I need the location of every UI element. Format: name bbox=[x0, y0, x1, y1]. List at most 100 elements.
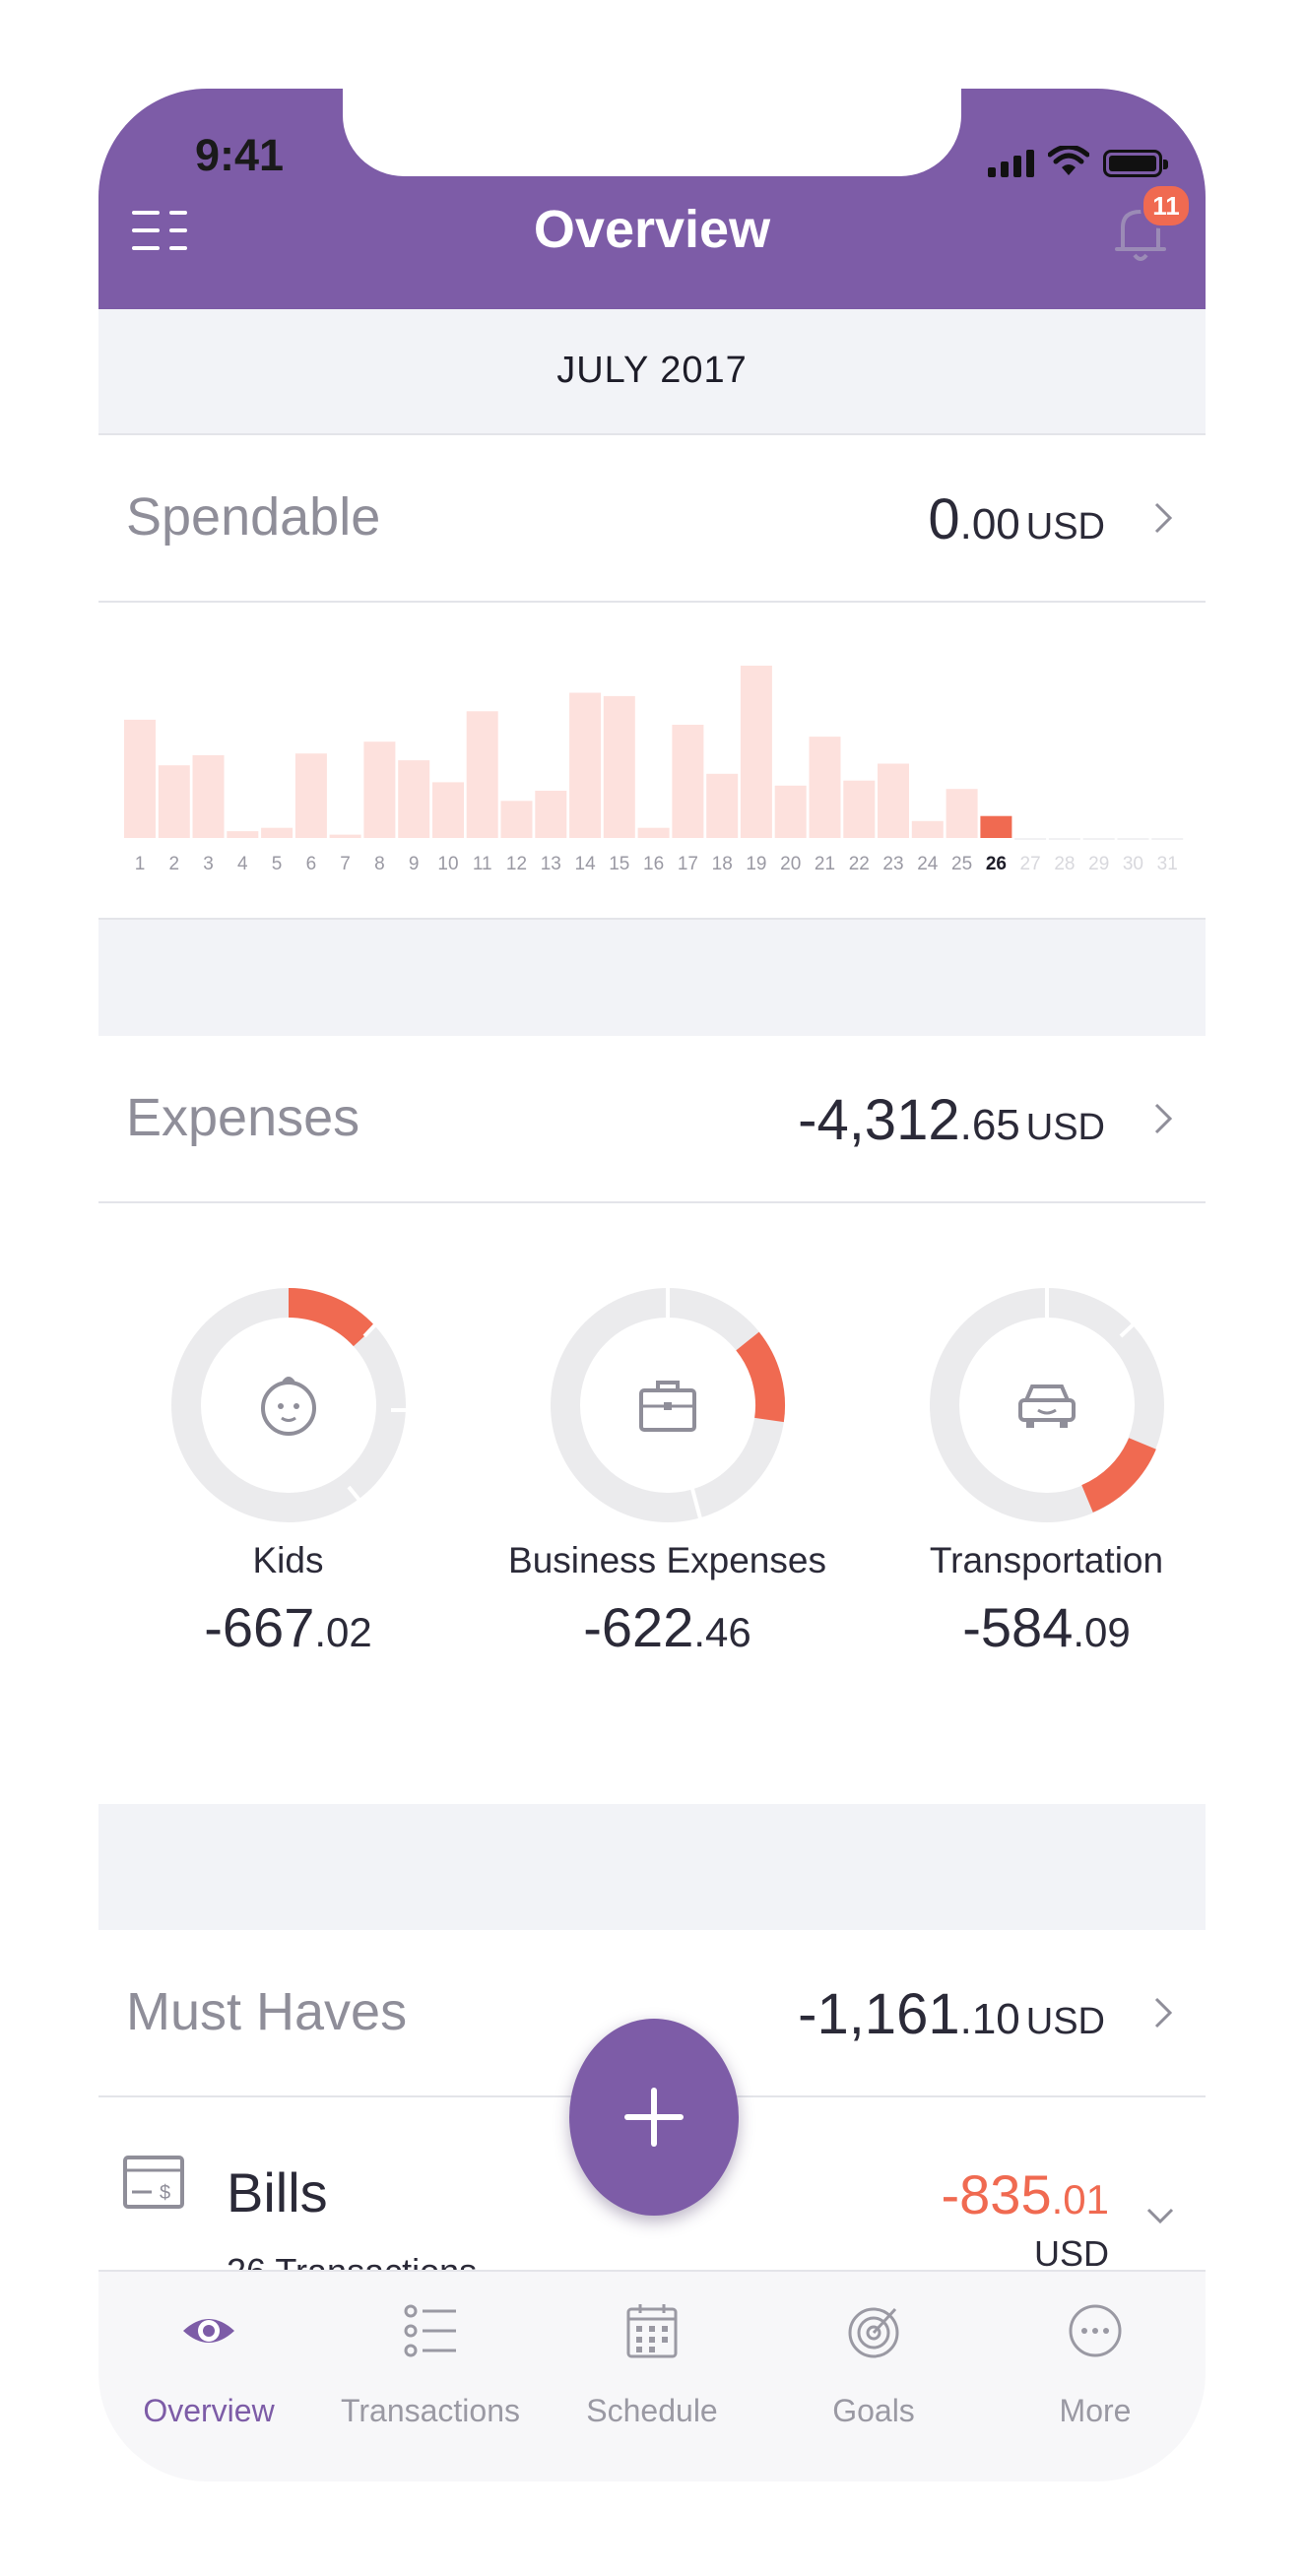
tab-label: More bbox=[1059, 2393, 1132, 2428]
chevron-down-icon[interactable] bbox=[1142, 2204, 1178, 2227]
notch bbox=[343, 89, 961, 176]
chart-tick-label: 10 bbox=[437, 854, 458, 874]
chart-bar bbox=[1151, 838, 1184, 840]
target-icon bbox=[848, 2307, 899, 2358]
app-screen: 9:41 Overview 11 JULY 2017 Spendable 0.0… bbox=[98, 89, 1206, 2481]
car-icon bbox=[1018, 1385, 1076, 1428]
chart-bar bbox=[1048, 838, 1080, 840]
category-name: Transportation bbox=[929, 1540, 1164, 1580]
status-icons bbox=[988, 138, 1168, 177]
chart-tick-label: 27 bbox=[1020, 854, 1041, 874]
category-name: Kids bbox=[252, 1540, 324, 1580]
chart-tick-label: 24 bbox=[917, 854, 939, 874]
chart-tick-label: 20 bbox=[780, 854, 801, 874]
must-haves-label: Must Haves bbox=[126, 1982, 408, 2041]
notification-badge: 11 bbox=[1141, 183, 1192, 228]
section-divider bbox=[98, 920, 1206, 1050]
spendable-label: Spendable bbox=[126, 487, 381, 547]
bills-transaction-count: 26 Transactions bbox=[227, 2251, 477, 2270]
chart-tick-label: 19 bbox=[746, 854, 766, 874]
chart-tick-label: 7 bbox=[340, 854, 351, 874]
must-haves-amount: -1,161.10 USD bbox=[798, 1982, 1105, 2046]
chart-tick-label: 11 bbox=[473, 854, 492, 874]
chart-tick-label: 13 bbox=[541, 854, 561, 874]
chart-tick-label: 21 bbox=[815, 854, 835, 874]
chart-bar bbox=[466, 711, 498, 838]
chart-bar bbox=[637, 827, 670, 838]
chart-tick-label: 4 bbox=[237, 854, 248, 874]
chart-bar bbox=[946, 789, 978, 838]
chart-bar bbox=[363, 741, 396, 838]
page-title: Overview bbox=[533, 200, 771, 259]
chart-bar bbox=[294, 753, 327, 838]
category-amount: -667.02 bbox=[204, 1596, 372, 1658]
category-amount: -622.46 bbox=[583, 1596, 751, 1658]
category-transportation[interactable]: Transportation -584.09 bbox=[857, 1203, 1206, 1794]
category-amount: -584.09 bbox=[962, 1596, 1131, 1658]
bills-currency: USD bbox=[1033, 2233, 1109, 2270]
spendable-amount: 0.00 USD bbox=[928, 487, 1105, 551]
chart-bar bbox=[843, 780, 876, 838]
daily-spend-chart: 1 2 3 4 5 6 7 8 9 10 11 12 13 14 15 16 17 18 19 20 21 22 23 24 2… bbox=[98, 605, 1206, 920]
expenses-label: Expenses bbox=[126, 1088, 360, 1147]
status-time: 9:41 bbox=[195, 130, 285, 180]
chart-bar bbox=[329, 834, 361, 838]
chart-bar bbox=[672, 725, 704, 838]
chart-tick-label: 17 bbox=[678, 854, 698, 874]
category-name: Business Expenses bbox=[508, 1540, 826, 1580]
calendar-icon bbox=[626, 2304, 678, 2358]
chevron-right-icon bbox=[1154, 1103, 1173, 1134]
chart-bar bbox=[774, 785, 807, 838]
eye-icon bbox=[183, 2319, 234, 2343]
chart-bar bbox=[569, 692, 602, 838]
tab-label: Goals bbox=[832, 2393, 915, 2428]
chart-bar bbox=[740, 666, 772, 838]
chart-bar bbox=[398, 760, 430, 838]
tab-bar: Overview Transactions Schedule Goals Mor… bbox=[98, 2270, 1206, 2481]
chart-bar bbox=[158, 765, 190, 838]
bills-amount: -835.01 bbox=[941, 2163, 1109, 2225]
tab-more[interactable]: More bbox=[985, 2272, 1206, 2469]
month-selector[interactable]: JULY 2017 bbox=[98, 309, 1206, 435]
bills-name: Bills bbox=[227, 2161, 328, 2223]
chart-tick-label: 15 bbox=[609, 854, 629, 874]
tab-schedule[interactable]: Schedule bbox=[542, 2272, 762, 2469]
tab-goals[interactable]: Goals bbox=[763, 2272, 984, 2469]
chart-tick-label: 18 bbox=[712, 854, 733, 874]
chart-tick-label: 29 bbox=[1088, 854, 1109, 874]
chart-tick-label: 12 bbox=[506, 854, 527, 874]
chart-tick-label: 6 bbox=[306, 854, 317, 874]
chart-tick-label: 2 bbox=[169, 854, 180, 874]
spendable-row[interactable]: Spendable 0.00 USD bbox=[98, 435, 1206, 603]
chart-bar bbox=[432, 782, 464, 838]
section-divider bbox=[98, 1804, 1206, 1932]
baby-face-icon bbox=[261, 1377, 316, 1436]
svg-text:$: $ bbox=[160, 2182, 170, 2204]
chart-tick-label: 26 bbox=[986, 854, 1007, 874]
chart-bar bbox=[911, 820, 944, 838]
chart-bar bbox=[809, 737, 841, 838]
expenses-row[interactable]: Expenses -4,312.65 USD bbox=[98, 1036, 1206, 1203]
chart-bar bbox=[192, 754, 225, 838]
category-kids[interactable]: Kids -667.02 bbox=[98, 1203, 478, 1794]
tab-transactions[interactable]: Transactions bbox=[320, 2272, 541, 2469]
signal-icon bbox=[988, 148, 1034, 177]
expenses-amount: -4,312.65 USD bbox=[798, 1088, 1105, 1152]
bill-icon: $ bbox=[123, 2156, 184, 2209]
category-business-expenses[interactable]: Business Expenses -622.46 bbox=[478, 1203, 857, 1794]
header-bar: 9:41 Overview 11 bbox=[98, 89, 1206, 309]
chart-bar bbox=[124, 719, 156, 838]
chart-bar bbox=[706, 773, 739, 838]
chart-tick-label: 28 bbox=[1054, 854, 1075, 874]
add-transaction-button[interactable] bbox=[569, 2019, 739, 2216]
chart-bar bbox=[603, 695, 635, 838]
expense-categories: Kids -667.02 Business Expenses -622.46 T… bbox=[98, 1203, 1206, 1804]
briefcase-icon bbox=[639, 1381, 696, 1432]
chart-tick-label: 1 bbox=[135, 854, 146, 874]
tab-overview[interactable]: Overview bbox=[98, 2272, 319, 2469]
chart-bar bbox=[261, 827, 294, 838]
chevron-right-icon bbox=[1154, 1997, 1173, 2029]
chart-tick-label: 9 bbox=[409, 854, 420, 874]
more-icon bbox=[1069, 2304, 1122, 2357]
chart-tick-label: 5 bbox=[272, 854, 283, 874]
